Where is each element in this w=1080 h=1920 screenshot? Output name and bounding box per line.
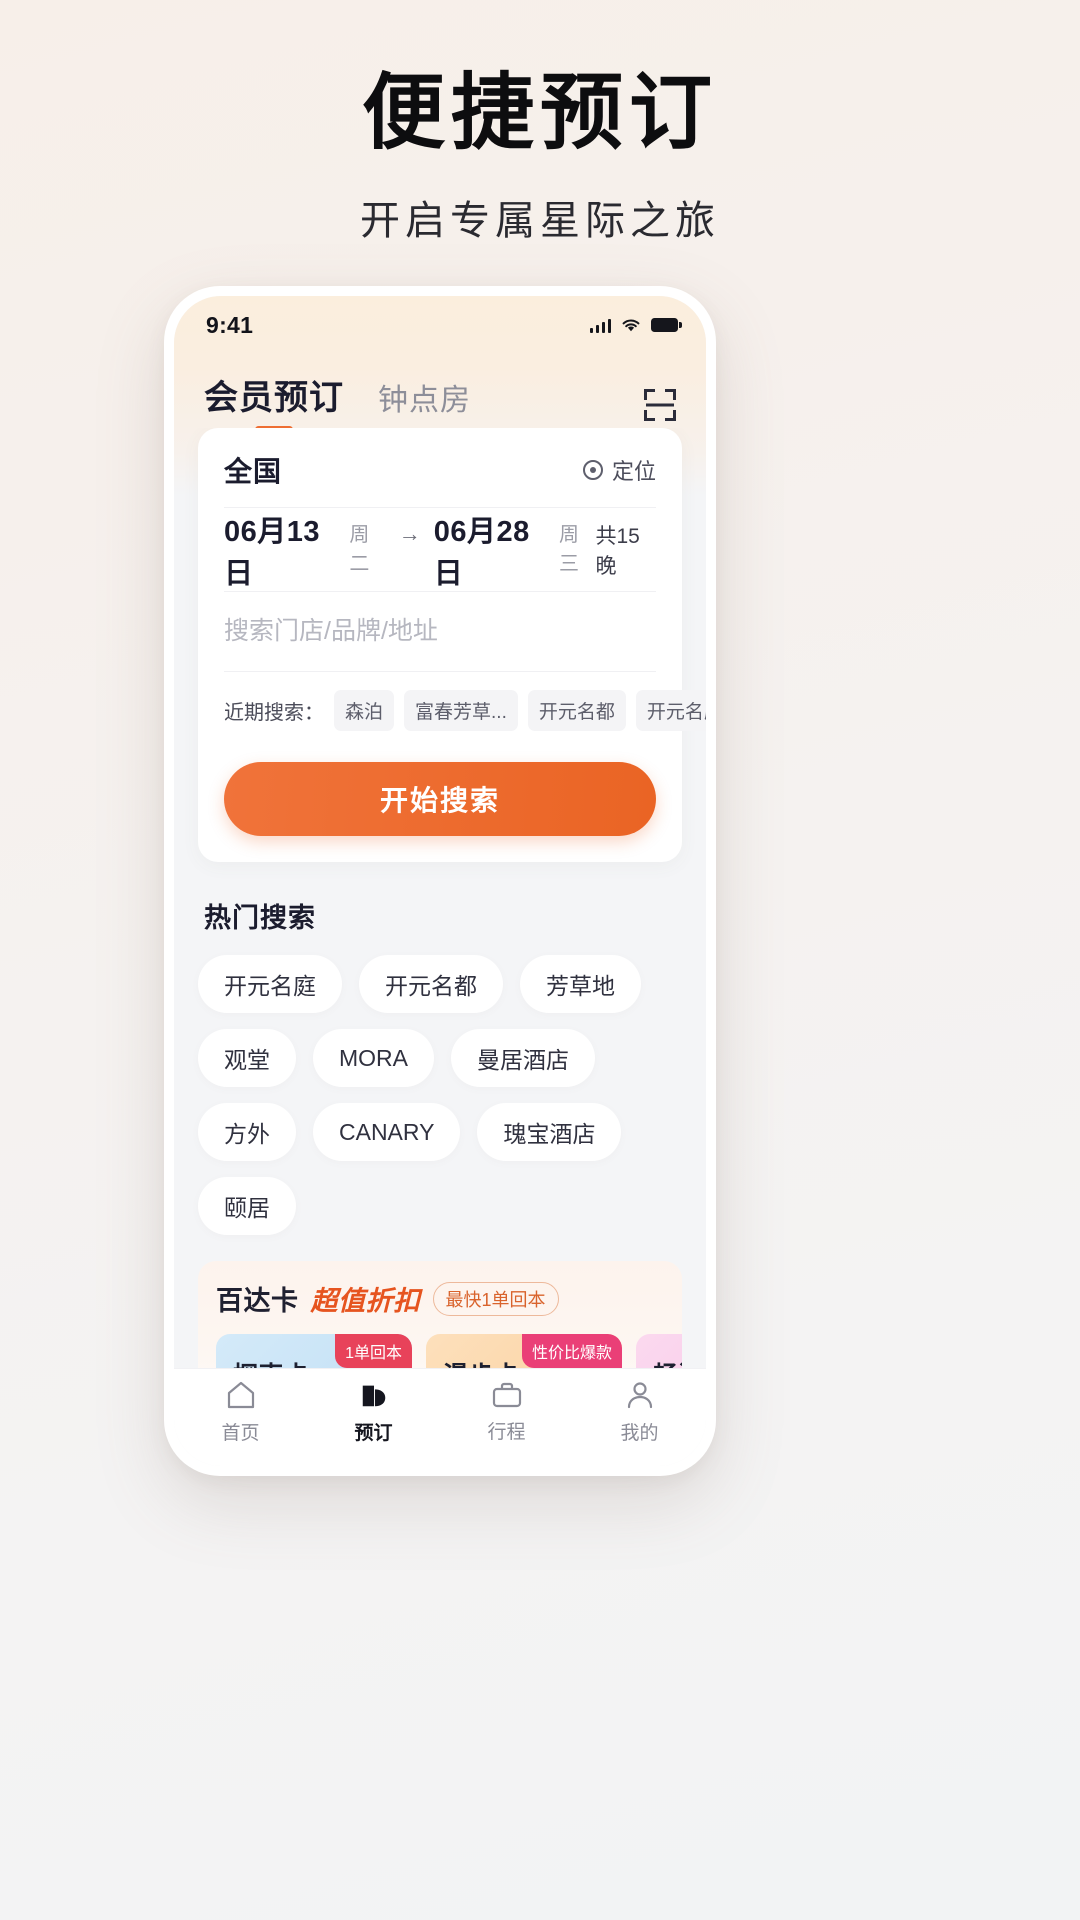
promo-card-explore[interactable]: 1单回本 探索卡 开卡礼5折 › <box>216 1334 412 1368</box>
tab-member-booking-label: 会员预订 <box>204 379 344 417</box>
tab-member-booking[interactable]: 会员预订 <box>204 370 344 435</box>
recent-chip[interactable]: 富春芳草... <box>404 689 518 731</box>
wifi-icon <box>622 319 640 332</box>
tabbar-label-home: 首页 <box>221 1423 260 1444</box>
hot-search-chip[interactable]: 曼居酒店 <box>451 1029 595 1087</box>
promo-card-travel[interactable]: 越住越省 畅游卡 5折券*12 › <box>636 1334 682 1368</box>
hot-search-title: 热门搜索 <box>204 903 316 933</box>
nights-count: 共15晚 <box>595 524 640 578</box>
tabbar-label-trips: 行程 <box>487 1422 526 1443</box>
start-search-button[interactable]: 开始搜索 <box>224 762 656 836</box>
membership-card-promo: 百达卡 超值折扣 最快1单回本 1单回本 探索卡 开卡礼5折 › <box>198 1261 682 1368</box>
hot-search-chip[interactable]: CANARY <box>313 1103 461 1161</box>
tabbar-item-trips[interactable]: 行程 <box>440 1381 573 1444</box>
tabbar-item-booking[interactable]: 预订 <box>307 1380 440 1445</box>
recent-chip[interactable]: 森泊 <box>334 689 395 731</box>
top-tab-bar: 会员预订 钟点房 <box>174 354 706 435</box>
gps-target-icon <box>582 459 603 480</box>
date-range-row[interactable]: 06月13日 周二 → 06月28日 周三 共15晚 <box>224 508 656 592</box>
location-row[interactable]: 全国 定位 <box>224 432 656 508</box>
locate-button[interactable]: 定位 <box>582 454 656 486</box>
hot-search-chip[interactable]: 芳草地 <box>520 955 641 1013</box>
hot-search-chip[interactable]: 观堂 <box>198 1029 296 1087</box>
tabbar-label-profile: 我的 <box>620 1423 659 1444</box>
search-card: 全国 定位 06月13日 周二 → 06月28日 周三 共15晚 搜索门店/品牌… <box>198 428 706 862</box>
battery-icon <box>651 318 682 332</box>
checkin-date-group[interactable]: 06月13日 周二 <box>224 508 386 592</box>
promo-brand: 百达卡 <box>216 1286 299 1316</box>
scan-code-icon[interactable] <box>644 389 676 421</box>
search-input[interactable] <box>224 617 656 646</box>
page-title: 便捷预订 <box>362 66 718 159</box>
promo-accent-title: 超值折扣 <box>310 1286 421 1316</box>
tab-hourly-room[interactable]: 钟点房 <box>378 375 471 435</box>
booking-icon <box>362 1385 385 1407</box>
briefcase-icon <box>492 1382 521 1408</box>
hot-search-chip[interactable]: 开元名都 <box>359 955 503 1013</box>
tabbar-item-home[interactable]: 首页 <box>174 1380 307 1445</box>
recent-search-label: 近期搜索： <box>224 701 324 724</box>
keyword-row[interactable] <box>224 592 656 672</box>
tabbar-item-profile[interactable]: 我的 <box>573 1380 706 1445</box>
person-icon <box>627 1382 652 1409</box>
promo-card-stroll[interactable]: 性价比爆款 漫步卡 5折券*4 › <box>426 1334 622 1368</box>
location-name: 全国 <box>224 455 283 487</box>
status-bar: 9:41 <box>174 296 706 354</box>
signal-bars-icon <box>589 318 611 333</box>
recent-chip[interactable]: 开元名庭 <box>635 689 706 731</box>
status-time: 9:41 <box>206 311 254 338</box>
main-content: 全国 定位 06月13日 周二 → 06月28日 周三 共15晚 搜索门店/品牌… <box>174 428 706 1368</box>
promo-badge: 最快1单回本 <box>432 1281 559 1316</box>
phone-mockup: 9:41 会员预订 钟点房 全国 定位 06月13日 周二 → 06月28日 周… <box>164 286 716 1476</box>
hot-search-chip[interactable]: 瑰宝酒店 <box>477 1103 622 1161</box>
promo-card-name: 畅游卡 <box>653 1356 682 1368</box>
hot-search-chip[interactable]: 方外 <box>198 1103 296 1161</box>
hot-search-chip[interactable]: 颐居 <box>198 1177 296 1235</box>
status-icons <box>589 317 682 333</box>
phone-screen: 9:41 会员预订 钟点房 全国 定位 06月13日 周二 → 06月28日 周… <box>174 296 706 1466</box>
checkin-date: 06月13日 <box>224 515 321 590</box>
checkout-weekday: 周三 <box>559 523 580 575</box>
promo-card-list: 1单回本 探索卡 开卡礼5折 › <box>216 1334 682 1368</box>
date-arrow-icon: → <box>398 520 421 546</box>
poster-heading: 便捷预订 开启专属星际之旅 <box>0 0 1080 246</box>
checkout-date: 06月28日 <box>433 515 530 590</box>
locate-label: 定位 <box>611 458 656 484</box>
hot-search-list: 开元名庭 开元名都 芳草地 观堂 MORA 曼居酒店 方外 CANARY 瑰宝酒… <box>198 955 682 1235</box>
recent-chip[interactable]: 开元名都 <box>527 689 626 731</box>
tabbar-label-booking: 预订 <box>354 1423 393 1444</box>
recent-search-row: 近期搜索： 森泊 富春芳草... 开元名都 开元名庭 <box>224 672 706 748</box>
tab-hourly-room-label: 钟点房 <box>378 384 471 417</box>
page-subtitle: 开启专属星际之旅 <box>360 198 720 243</box>
checkin-weekday: 周二 <box>349 523 370 575</box>
promo-card-tag: 性价比爆款 <box>521 1334 622 1368</box>
hot-search-chip[interactable]: MORA <box>313 1029 434 1087</box>
hot-search-chip[interactable]: 开元名庭 <box>198 955 342 1013</box>
bottom-tab-bar: 首页 预订 行程 我的 <box>174 1368 706 1466</box>
promo-header: 百达卡 超值折扣 最快1单回本 <box>216 1279 682 1318</box>
home-icon <box>227 1381 254 1409</box>
checkout-date-group[interactable]: 06月28日 周三 <box>434 508 596 592</box>
promo-card-tag: 1单回本 <box>335 1334 412 1368</box>
